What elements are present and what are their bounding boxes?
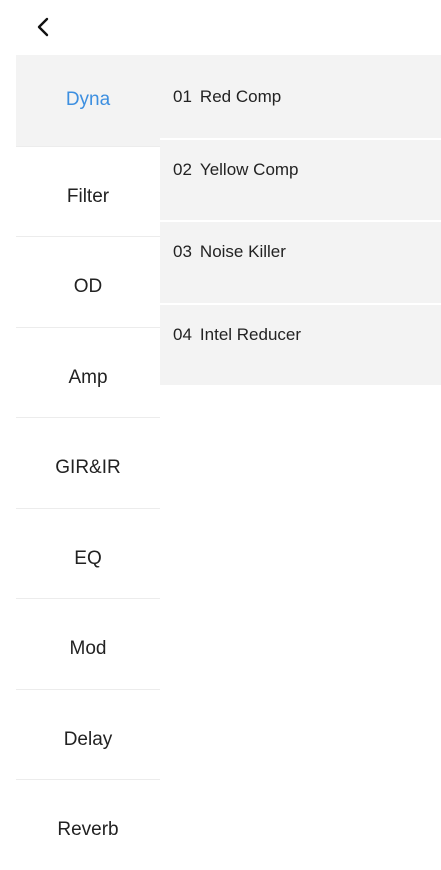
- sidebar-item-eq[interactable]: EQ: [16, 507, 160, 599]
- sidebar-item-label: OD: [73, 276, 103, 298]
- effect-number: 02: [173, 159, 192, 179]
- effect-number: 03: [173, 242, 192, 261]
- effect-item-red-comp[interactable]: 01 Red Comp: [160, 55, 441, 138]
- sidebar-item-filter[interactable]: Filter: [16, 145, 160, 237]
- sidebar-item-label: Mod: [69, 638, 107, 660]
- effect-name: Noise Killer: [199, 242, 286, 261]
- effect-item-yellow-comp[interactable]: 02 Yellow Comp: [160, 137, 441, 221]
- category-sidebar: Dyna Filter OD Amp GIR&IR EQ Mod Delay R…: [16, 55, 160, 840]
- top-bar: [0, 0, 441, 52]
- effect-name: Red Comp: [199, 87, 282, 106]
- sidebar-item-label: Amp: [68, 366, 108, 388]
- sidebar-item-label: Dyna: [65, 89, 111, 111]
- sidebar-item-dyna[interactable]: Dyna: [16, 55, 160, 146]
- sidebar-item-reverb[interactable]: Reverb: [16, 779, 160, 870]
- sidebar-item-mod[interactable]: Mod: [16, 598, 160, 689]
- sidebar-item-gir-ir[interactable]: GIR&IR: [16, 417, 160, 508]
- sidebar-item-od[interactable]: OD: [16, 236, 160, 327]
- sidebar-item-label: GIR&IR: [55, 457, 121, 479]
- chevron-left-icon: [37, 17, 49, 37]
- effect-item-noise-killer[interactable]: 03 Noise Killer: [160, 220, 441, 303]
- sidebar-item-label: EQ: [74, 547, 102, 569]
- effect-item-intel-reducer[interactable]: 04 Intel Reducer: [160, 302, 441, 386]
- sidebar-item-delay[interactable]: Delay: [16, 688, 160, 780]
- sidebar-item-label: Delay: [63, 728, 113, 750]
- effect-list: 01 Red Comp 02 Yellow Comp 03 Noise Killer …: [160, 55, 441, 385]
- sidebar-item-amp[interactable]: Amp: [16, 326, 160, 418]
- sidebar-item-label: Reverb: [57, 819, 119, 841]
- effect-number: 01: [173, 87, 192, 106]
- effect-number: 04: [173, 324, 192, 344]
- effect-name: Intel Reducer: [199, 324, 302, 344]
- sidebar-item-label: Filter: [66, 185, 110, 207]
- effect-name: Yellow Comp: [199, 159, 299, 179]
- back-button[interactable]: [28, 12, 58, 42]
